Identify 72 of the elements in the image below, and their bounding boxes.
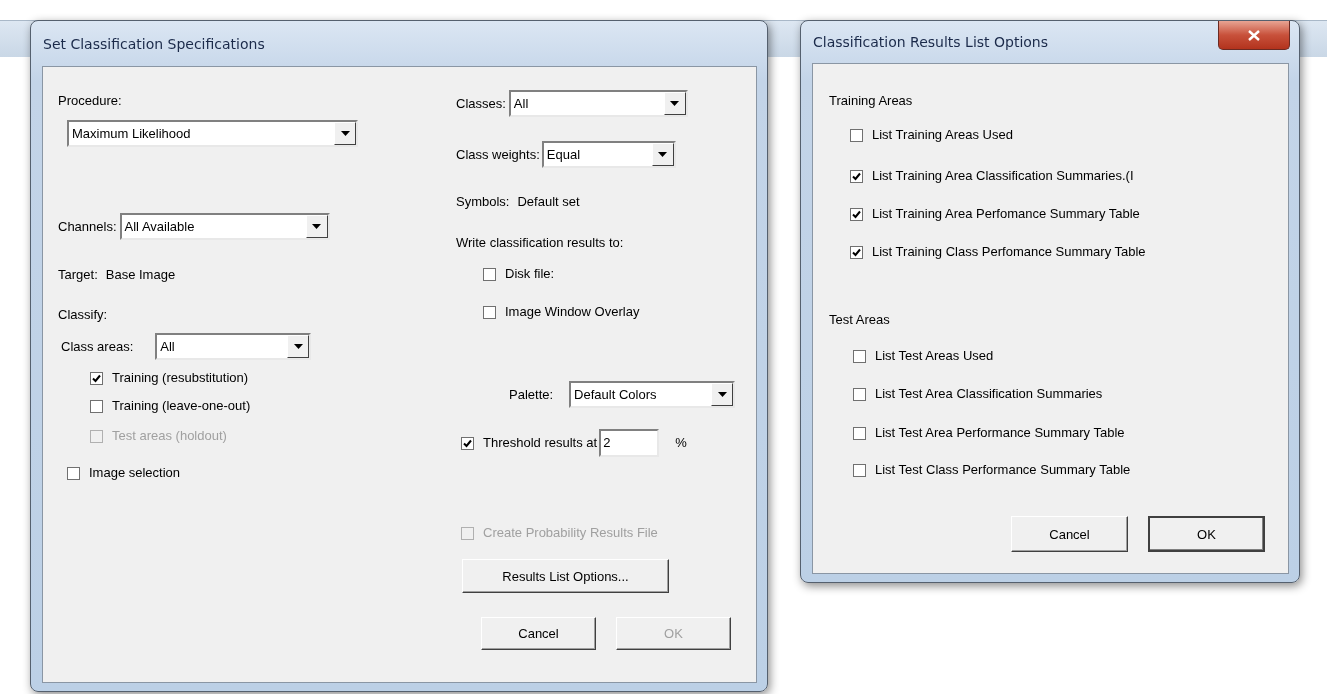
- checkbox-label: Test areas (holdout): [112, 428, 227, 444]
- input-field[interactable]: 2: [599, 429, 660, 457]
- dropdown-button[interactable]: [334, 122, 356, 145]
- checkbox-label: List Test Class Performance Summary Table: [875, 462, 1131, 478]
- checkbox[interactable]: [850, 169, 863, 183]
- dropdown-arrow-icon: [312, 224, 322, 229]
- dropdown-arrow-icon: [293, 344, 303, 349]
- checkbox[interactable]: [853, 463, 866, 477]
- dropdown[interactable]: Equal: [541, 141, 676, 168]
- checkbox-label: List Test Areas Used: [875, 348, 994, 364]
- checkbox[interactable]: [483, 267, 496, 281]
- dropdown-arrow-icon: [658, 152, 668, 157]
- dropdown-arrow-icon: [670, 101, 680, 106]
- section-label: Write classification results to:: [456, 235, 624, 251]
- checkbox[interactable]: [461, 436, 474, 450]
- checkbox[interactable]: [67, 466, 80, 480]
- checkbox[interactable]: [853, 426, 866, 440]
- checkbox[interactable]: [483, 305, 496, 319]
- field-label: Classes:: [456, 95, 506, 112]
- field-label: Class areas:: [61, 338, 134, 355]
- dropdown-button[interactable]: [651, 143, 674, 166]
- checkbox-label: Image selection: [89, 465, 181, 481]
- close-icon: [1248, 29, 1260, 41]
- checkbox-label: List Training Class Perfomance Summary Table: [872, 244, 1146, 260]
- checkbox[interactable]: [850, 245, 863, 259]
- cancel-button[interactable]: Cancel: [1011, 516, 1128, 552]
- field-label: Target:: [58, 267, 98, 283]
- section-label: Training Areas: [829, 93, 913, 109]
- field-value: Base Image: [105, 267, 176, 283]
- field-label: Symbols:: [456, 194, 510, 210]
- checkbox[interactable]: [90, 371, 103, 385]
- checkbox-label: List Training Areas Used: [872, 127, 1013, 143]
- dropdown[interactable]: Maximum Likelihood: [67, 120, 358, 147]
- dropdown-button[interactable]: [305, 215, 328, 238]
- ok-button[interactable]: OK: [1148, 516, 1265, 552]
- checkbox-label: List Test Area Classification Summaries: [875, 386, 1103, 402]
- field-label: Palette:: [509, 386, 554, 403]
- dropdown[interactable]: All: [508, 90, 688, 117]
- checkbox[interactable]: [853, 349, 866, 363]
- checkbox-label: List Training Area Classification Summaries.(I: [872, 168, 1134, 184]
- results-list-options-button[interactable]: Results List Options...: [462, 559, 669, 593]
- checkbox[interactable]: [850, 128, 863, 142]
- field-label: Class weights:: [456, 146, 540, 163]
- unit-label: %: [675, 435, 687, 451]
- cancel-button[interactable]: Cancel: [481, 617, 596, 650]
- dropdown[interactable]: Default Colors: [569, 381, 736, 408]
- dropdown[interactable]: All: [155, 333, 312, 360]
- checkbox-label: Disk file:: [505, 266, 555, 282]
- checkbox-label: Training (resubstitution): [112, 370, 249, 386]
- close-button[interactable]: [1218, 21, 1290, 50]
- field-label: Channels:: [58, 218, 117, 235]
- checkbox[interactable]: [90, 399, 103, 413]
- dropdown-arrow-icon: [717, 392, 727, 397]
- window-title: Set Classification Specifications: [42, 35, 265, 52]
- checkbox[interactable]: [850, 207, 863, 221]
- section-label: Classify:: [58, 307, 108, 323]
- section-label: Test Areas: [829, 312, 890, 328]
- dropdown[interactable]: All Available: [119, 213, 330, 240]
- dropdown-button[interactable]: [663, 92, 686, 115]
- checkbox-label: Create Probability Results File: [483, 525, 658, 541]
- field-value: Default set: [517, 194, 580, 210]
- field-label: Procedure:: [58, 93, 122, 109]
- checkbox[interactable]: [853, 387, 866, 401]
- dropdown-arrow-icon: [340, 131, 350, 136]
- dropdown-button[interactable]: [287, 335, 310, 358]
- window-title: Classification Results List Options: [812, 34, 1049, 50]
- checkbox-label: List Test Area Performance Summary Table: [875, 425, 1125, 441]
- checkbox-label: Threshold results at: [483, 435, 598, 451]
- dropdown-button[interactable]: [711, 383, 734, 406]
- checkbox-label: Image Window Overlay: [505, 304, 640, 320]
- checkbox-label: List Training Area Perfomance Summary Table: [872, 206, 1140, 222]
- checkbox-label: Training (leave-one-out): [112, 398, 251, 414]
